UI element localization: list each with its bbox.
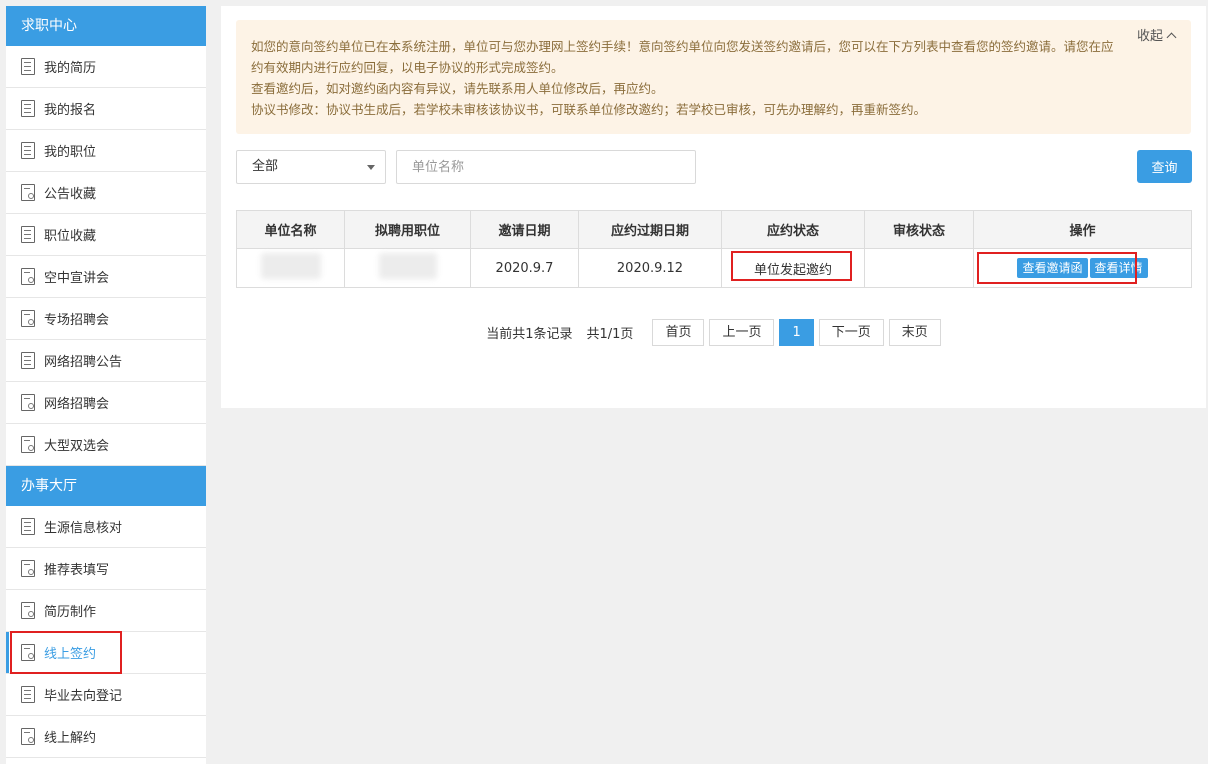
column-header: 单位名称 bbox=[236, 210, 345, 249]
column-header: 应约过期日期 bbox=[578, 210, 722, 249]
status-cell: 单位发起邀约 bbox=[721, 248, 865, 288]
sidebar-item-my-registration[interactable]: 我的报名 bbox=[6, 88, 206, 130]
record-count: 当前共1条记录 bbox=[486, 327, 573, 342]
sidebar-item-label: 公告收藏 bbox=[44, 187, 97, 202]
sidebar-item-label: 毕业去向登记 bbox=[44, 689, 123, 704]
document-gear-icon bbox=[21, 728, 35, 745]
notice-line-3: 协议书修改：协议书生成后，若学校未审核该协议书，可联系单位修改邀约；若学校已审核… bbox=[251, 102, 927, 117]
sidebar-item-recommendation-form[interactable]: 推荐表填写 bbox=[6, 548, 206, 590]
sidebar-item-announcement-favorites[interactable]: 公告收藏 bbox=[6, 172, 206, 214]
sidebar-item-large-job-fair[interactable]: 大型双选会 bbox=[6, 424, 206, 466]
document-icon bbox=[21, 518, 35, 535]
document-gear-icon bbox=[21, 602, 35, 619]
notice-box: 如您的意向签约单位已在本系统注册，单位可与您办理网上签约手续！意向签约单位向您发… bbox=[236, 20, 1191, 134]
sidebar-item-label: 专场招聘会 bbox=[44, 313, 110, 328]
invitation-table: 单位名称 拟聘用职位 邀请日期 应约过期日期 应约状态 审核状态 操作 2020… bbox=[236, 210, 1192, 288]
document-icon bbox=[21, 686, 35, 703]
column-header: 操作 bbox=[973, 210, 1192, 249]
section-header-service-hall: 办事大厅 bbox=[6, 466, 206, 506]
redacted-company-name bbox=[260, 253, 321, 279]
prev-page-button[interactable]: 上一页 bbox=[709, 319, 775, 346]
next-page-button[interactable]: 下一页 bbox=[818, 319, 884, 346]
sidebar-item-my-positions[interactable]: 我的职位 bbox=[6, 130, 206, 172]
document-gear-icon bbox=[21, 310, 35, 327]
sidebar-item-label: 职位收藏 bbox=[44, 229, 97, 244]
invite-date-cell: 2020.9.7 bbox=[470, 248, 579, 288]
audit-cell bbox=[864, 248, 974, 288]
document-gear-icon bbox=[21, 436, 35, 453]
actions-cell: 查看邀请函 查看详情 bbox=[973, 248, 1192, 288]
sidebar-item-student-info-check[interactable]: 生源信息核对 bbox=[6, 506, 206, 548]
company-name-input[interactable] bbox=[396, 150, 696, 184]
column-header: 审核状态 bbox=[864, 210, 974, 249]
sidebar-item-online-job-fair[interactable]: 网络招聘会 bbox=[6, 382, 206, 424]
document-icon bbox=[21, 100, 35, 117]
sidebar-item-label: 大型双选会 bbox=[44, 439, 110, 454]
notice-line-1: 如您的意向签约单位已在本系统注册，单位可与您办理网上签约手续！意向签约单位向您发… bbox=[251, 39, 1114, 75]
document-gear-icon bbox=[21, 268, 35, 285]
table-header-row: 单位名称 拟聘用职位 邀请日期 应约过期日期 应约状态 审核状态 操作 bbox=[236, 210, 1192, 249]
document-gear-icon bbox=[21, 394, 35, 411]
first-page-button[interactable]: 首页 bbox=[652, 319, 705, 346]
table-row: 2020.9.7 2020.9.12 单位发起邀约 查看邀请函 查看详情 bbox=[236, 248, 1192, 288]
current-page-button[interactable]: 1 bbox=[779, 319, 814, 346]
view-invitation-button[interactable]: 查看邀请函 bbox=[1017, 258, 1088, 278]
document-icon bbox=[21, 352, 35, 369]
sidebar-item-position-favorites[interactable]: 职位收藏 bbox=[6, 214, 206, 256]
company-name-cell bbox=[236, 248, 345, 288]
sidebar-item-special-job-fair[interactable]: 专场招聘会 bbox=[6, 298, 206, 340]
document-gear-icon bbox=[21, 560, 35, 577]
column-header: 应约状态 bbox=[721, 210, 865, 249]
sidebar-item-label: 网络招聘公告 bbox=[44, 355, 123, 370]
section-header-job-center: 求职中心 bbox=[6, 6, 206, 46]
sidebar-item-graduation-destination[interactable]: 毕业去向登记 bbox=[6, 674, 206, 716]
query-button[interactable]: 查询 bbox=[1137, 150, 1192, 183]
sidebar-item-label: 简历制作 bbox=[44, 605, 97, 620]
sidebar-item-online-presentation[interactable]: 空中宣讲会 bbox=[6, 256, 206, 298]
sidebar-item-label: 推荐表填写 bbox=[44, 563, 110, 578]
pagination: 当前共1条记录 共1/1页 首页 上一页 1 下一页 末页 bbox=[221, 319, 1206, 346]
chevron-up-icon bbox=[1166, 32, 1177, 43]
status-select-value: 全部 bbox=[252, 159, 279, 174]
sidebar-item-online-recruitment-notice[interactable]: 网络招聘公告 bbox=[6, 340, 206, 382]
last-page-button[interactable]: 末页 bbox=[888, 319, 941, 346]
notice-line-2: 查看邀约后，如对邀约函内容有异议，请先联系用人单位修改后，再应约。 bbox=[251, 81, 664, 96]
sidebar-item-resume-builder[interactable]: 简历制作 bbox=[6, 590, 206, 632]
expire-date-cell: 2020.9.12 bbox=[578, 248, 722, 288]
view-details-button[interactable]: 查看详情 bbox=[1089, 258, 1148, 278]
sidebar-item-label: 我的简历 bbox=[44, 61, 97, 76]
sidebar-item-label: 我的职位 bbox=[44, 145, 97, 160]
document-gear-icon bbox=[21, 644, 35, 661]
sidebar: 求职中心 我的简历 我的报名 我的职位 公告收藏 职位收藏 空中宣讲会 专场招聘… bbox=[6, 6, 206, 764]
column-header: 邀请日期 bbox=[470, 210, 579, 249]
document-icon bbox=[21, 226, 35, 243]
sidebar-item-label: 网络招聘会 bbox=[44, 397, 110, 412]
sidebar-item-online-termination[interactable]: 线上解约 bbox=[6, 716, 206, 758]
status-select[interactable]: 全部 bbox=[236, 150, 386, 184]
document-icon bbox=[21, 58, 35, 75]
main-panel: 如您的意向签约单位已在本系统注册，单位可与您办理网上签约手续！意向签约单位向您发… bbox=[221, 6, 1206, 408]
caret-down-icon bbox=[367, 165, 375, 170]
sidebar-item-online-signing[interactable]: 线上签约 bbox=[6, 632, 206, 674]
page-count: 共1/1页 bbox=[586, 327, 634, 342]
collapse-toggle[interactable]: 收起 bbox=[1136, 26, 1177, 47]
sidebar-item-label: 线上解约 bbox=[44, 731, 97, 746]
sidebar-item-label: 我的报名 bbox=[44, 103, 97, 118]
position-cell bbox=[344, 248, 471, 288]
sidebar-item-label: 线上签约 bbox=[44, 647, 97, 662]
sidebar-item-label: 空中宣讲会 bbox=[44, 271, 110, 286]
document-gear-icon bbox=[21, 184, 35, 201]
document-icon bbox=[21, 142, 35, 159]
collapse-label: 收起 bbox=[1136, 29, 1163, 44]
sidebar-item-my-resume[interactable]: 我的简历 bbox=[6, 46, 206, 88]
sidebar-item-label: 生源信息核对 bbox=[44, 521, 123, 536]
redacted-position bbox=[378, 253, 437, 279]
column-header: 拟聘用职位 bbox=[344, 210, 471, 249]
